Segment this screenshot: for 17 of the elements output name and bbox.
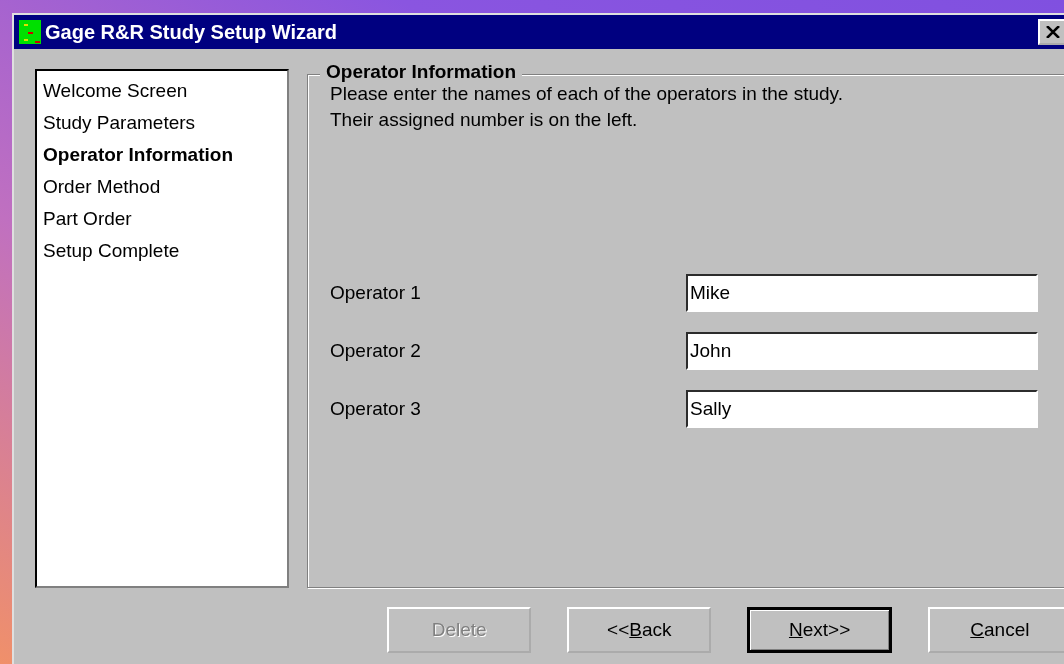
operator-label: Operator 2: [330, 340, 421, 362]
operator-label: Operator 3: [330, 398, 421, 420]
step-item[interactable]: Order Method: [43, 171, 281, 203]
wizard-button[interactable]: Next>>: [747, 607, 892, 653]
instructions-text: Please enter the names of each of the operators in the study. Their assigned number is on the left.: [330, 82, 844, 132]
wizard-button[interactable]: Cancel: [927, 607, 1064, 653]
step-item[interactable]: Operator Information: [43, 139, 281, 171]
wizard-button[interactable]: <<Back: [567, 607, 712, 653]
operator-name-field[interactable]: Mike: [686, 274, 1038, 312]
window-title: Gage R&R Study Setup Wizard: [45, 20, 339, 44]
step-item[interactable]: Part Order: [43, 203, 281, 235]
operator-name-field[interactable]: John: [686, 332, 1038, 370]
step-item[interactable]: Setup Complete: [43, 235, 281, 267]
step-item[interactable]: Welcome Screen: [43, 75, 281, 107]
operator-name-field[interactable]: Sally: [686, 390, 1038, 428]
operator-label: Operator 1: [330, 282, 421, 304]
step-item[interactable]: Study Parameters: [43, 107, 281, 139]
